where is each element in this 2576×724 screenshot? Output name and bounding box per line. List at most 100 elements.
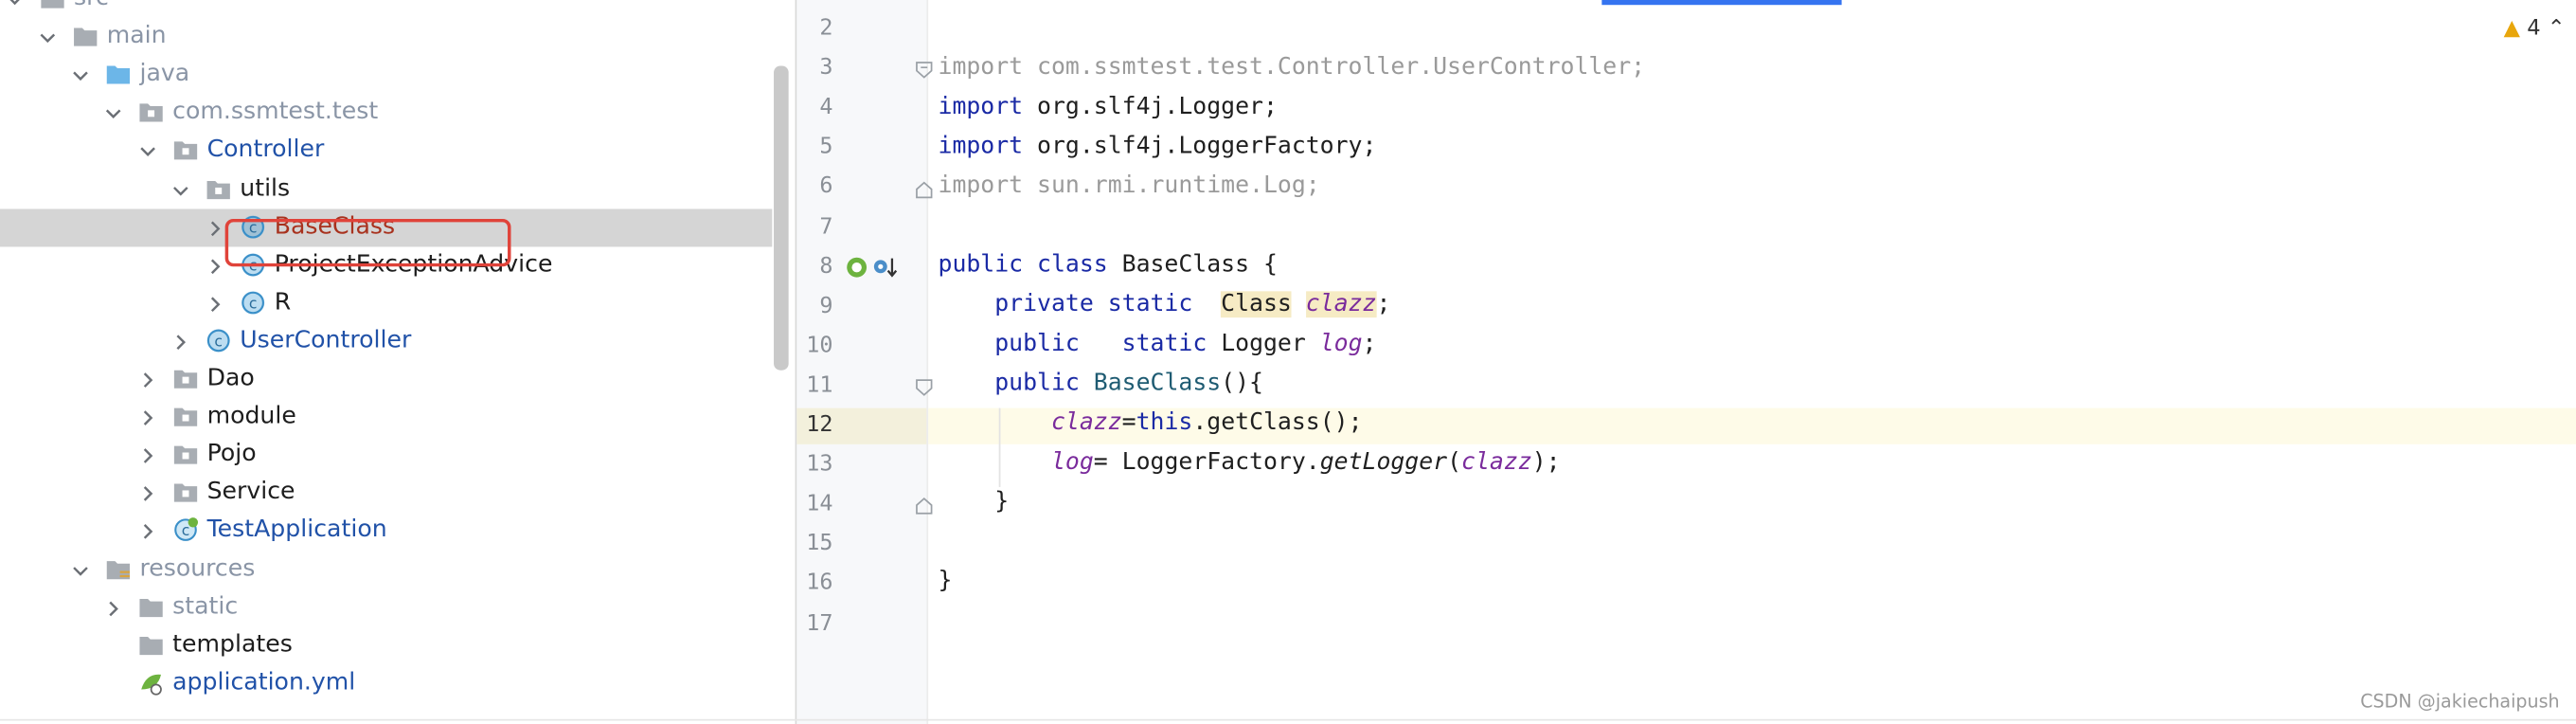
tree-item-label: application.yml	[172, 669, 356, 697]
ide-window: src main java com.ssmtest.test Controller uti…	[0, 0, 2576, 724]
tree-item-java[interactable]: java	[0, 56, 772, 94]
line-number: 3	[819, 54, 833, 81]
chevron-right-icon[interactable]	[103, 598, 123, 618]
semicolon: ;	[1362, 331, 1377, 357]
type-name: Class	[1221, 291, 1292, 318]
fold-end-marker-icon[interactable]	[915, 497, 933, 515]
tree-item-module[interactable]: module	[0, 398, 772, 436]
code-line-12: clazz=this.getClass();	[939, 409, 1363, 436]
code-line-8: public class BaseClass {	[939, 252, 1278, 279]
chevron-right-icon[interactable]	[206, 256, 225, 276]
field-name: log	[1050, 449, 1094, 476]
line-number: 5	[819, 134, 833, 160]
tree-item-label: utils	[240, 174, 291, 202]
chevron-right-icon[interactable]	[206, 218, 225, 238]
gutter-separator	[926, 0, 929, 724]
chevron-up-icon[interactable]: ⌃	[2548, 16, 2566, 41]
chevron-right-icon[interactable]	[170, 333, 190, 353]
keyword: public	[994, 331, 1080, 357]
code-line-16: }	[939, 568, 953, 594]
chevron-down-icon[interactable]	[103, 104, 123, 124]
tree-item-controller[interactable]: Controller	[0, 133, 772, 171]
tree-item-r[interactable]: cR	[0, 284, 772, 322]
tree-item-utils[interactable]: utils	[0, 171, 772, 208]
class-name: BaseClass	[1107, 251, 1263, 279]
tree-item-main[interactable]: main	[0, 18, 772, 56]
package-icon	[206, 175, 232, 202]
keyword: this	[1136, 409, 1193, 437]
tree-item-application-yml[interactable]: application.yml	[0, 664, 772, 702]
tree-item-label: com.ssmtest.test	[172, 99, 379, 126]
fold-marker-icon[interactable]	[915, 61, 933, 79]
tree-item-resources[interactable]: resources	[0, 551, 772, 588]
svg-text:c: c	[249, 295, 258, 312]
package-icon	[138, 100, 165, 126]
tree-item-label: Service	[206, 479, 295, 506]
import-keyword: import	[938, 133, 1024, 160]
tree-item-dao[interactable]: Dao	[0, 360, 772, 398]
import-path: org.slf4j.LoggerFactory;	[1023, 133, 1377, 160]
chevron-right-icon[interactable]	[138, 522, 158, 542]
chevron-down-icon[interactable]	[71, 560, 91, 580]
tree-scrollbar[interactable]	[774, 65, 789, 371]
brace: {	[1262, 251, 1278, 279]
chevron-down-icon[interactable]	[5, 0, 25, 9]
svg-text:c: c	[182, 523, 190, 540]
line-number: 16	[806, 570, 833, 597]
tree-item-label: main	[106, 23, 167, 50]
line-number: 7	[819, 212, 833, 240]
code-line-5: import org.slf4j.LoggerFactory;	[939, 134, 1377, 160]
chevron-down-icon[interactable]	[38, 28, 58, 48]
parens: (){	[1221, 370, 1263, 397]
bottom-border	[0, 718, 2576, 721]
spring-bean-icon[interactable]	[845, 255, 869, 280]
class-icon: c	[206, 327, 232, 353]
import-keyword: import	[938, 93, 1024, 120]
tree-item-com-ssmtest-test[interactable]: com.ssmtest.test	[0, 94, 772, 132]
chevron-right-icon[interactable]	[138, 484, 158, 504]
folder-icon	[138, 631, 165, 658]
tree-item-service[interactable]: Service	[0, 475, 772, 513]
field-name: clazz	[1305, 291, 1377, 318]
code-line-14: }	[939, 489, 1009, 516]
tree-item-static[interactable]: static	[0, 588, 772, 626]
active-tab-indicator[interactable]	[1601, 0, 1842, 6]
keyword: private static	[994, 291, 1193, 318]
chevron-down-icon[interactable]	[138, 142, 158, 162]
chevron-right-icon[interactable]	[138, 371, 158, 390]
line-number: 10	[806, 332, 833, 359]
tree-item-label: java	[139, 61, 190, 88]
method-call: .getClass();	[1192, 409, 1363, 437]
chevron-down-icon[interactable]	[170, 180, 190, 200]
line-number: 2	[819, 14, 833, 42]
code-line-4: import org.slf4j.Logger;	[939, 94, 1278, 120]
keyword: public class	[938, 251, 1108, 279]
package-icon	[172, 365, 199, 391]
implemented-marker-icon[interactable]	[872, 255, 899, 280]
tree-item-pojo[interactable]: Pojo	[0, 436, 772, 474]
import-keyword: import	[938, 54, 1024, 81]
paren: (	[1447, 449, 1462, 476]
chevron-down-icon[interactable]	[71, 66, 91, 86]
inspection-warnings-indicator[interactable]: ▲ 4 ⌃	[2504, 16, 2566, 41]
fold-end-marker-icon[interactable]	[915, 181, 933, 199]
tree-item-templates[interactable]: templates	[0, 626, 772, 664]
keyword: public	[994, 370, 1080, 397]
code-line-6: import sun.rmi.runtime.Log;	[939, 172, 1320, 199]
folder-icon	[40, 0, 66, 11]
tree-item-src[interactable]: src	[0, 0, 772, 18]
tree-item-usercontroller[interactable]: c UserController	[0, 322, 772, 360]
tree-item-label: resources	[139, 555, 256, 582]
chevron-right-icon[interactable]	[138, 446, 158, 466]
fold-marker-icon[interactable]	[915, 378, 933, 396]
package-icon	[172, 442, 199, 468]
chevron-right-icon[interactable]	[206, 294, 225, 314]
package-icon	[172, 404, 199, 430]
method-name: getLogger	[1319, 449, 1448, 476]
tree-item-label: TestApplication	[206, 516, 387, 544]
code-line-10: public static Logger log;	[939, 331, 1377, 357]
tree-item-testapplication[interactable]: c TestApplication	[0, 513, 772, 551]
line-number: 17	[806, 609, 833, 637]
chevron-right-icon[interactable]	[138, 408, 158, 428]
import-path: sun.rmi.runtime.Log;	[1023, 172, 1320, 200]
